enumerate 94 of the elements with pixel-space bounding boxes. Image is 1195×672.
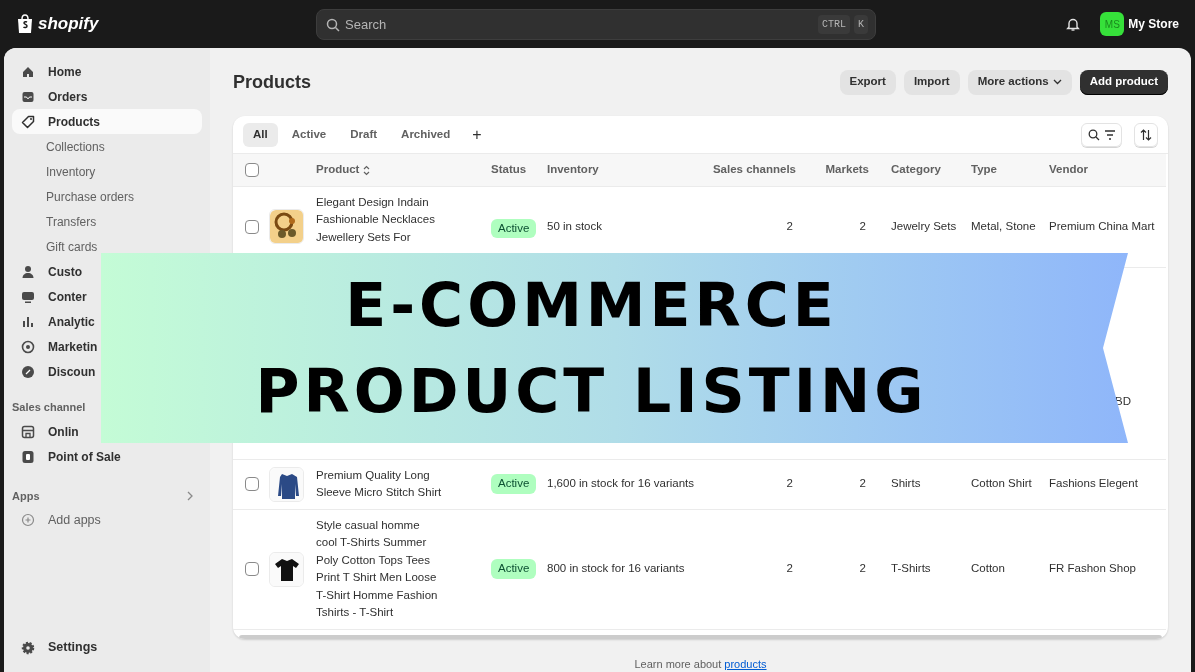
search-icon xyxy=(326,17,340,32)
column-header[interactable]: Vendor xyxy=(1049,163,1088,176)
table-cell: Metal, Stone xyxy=(971,219,1036,232)
filter-tab[interactable]: Active xyxy=(281,122,337,147)
sidebar-item[interactable]: Inventory xyxy=(12,159,96,184)
table-cell: 2 xyxy=(786,477,793,490)
sidebar-item[interactable]: Onlin xyxy=(12,419,79,445)
sidebar-item[interactable]: Discoun xyxy=(12,359,96,384)
column-header[interactable]: Inventory xyxy=(547,163,599,176)
sidebar-item[interactable]: Custo xyxy=(12,259,82,284)
person-icon xyxy=(20,263,36,280)
table-cell: 2 xyxy=(786,219,793,232)
sidebar-item[interactable]: Collections xyxy=(12,134,105,159)
add-apps-link[interactable]: Add apps xyxy=(12,508,202,533)
action-button[interactable]: Add product xyxy=(1079,69,1168,95)
t-shirt-thumbnail xyxy=(269,551,304,587)
sidebar-item[interactable]: Marketin xyxy=(12,334,98,359)
table-cell: Cotton Shirt xyxy=(971,477,1032,490)
banner-title: PRODUCT LISTING xyxy=(255,355,929,428)
filter-tab[interactable]: Archived xyxy=(391,122,461,147)
table-cell: 2 xyxy=(786,562,793,575)
column-header[interactable]: Category xyxy=(891,163,941,176)
select-all-checkbox[interactable] xyxy=(245,162,259,177)
column-header[interactable]: Sales channels xyxy=(712,163,796,176)
table-cell: 800 in stock for 16 variants xyxy=(547,562,685,575)
sort-icon xyxy=(1140,128,1152,141)
column-header[interactable]: Type xyxy=(971,163,997,176)
sort-icon xyxy=(363,164,371,176)
section-heading: Apps xyxy=(12,488,40,504)
row-checkbox[interactable] xyxy=(245,477,259,491)
row-checkbox[interactable] xyxy=(245,219,259,234)
products-link[interactable]: products xyxy=(724,657,767,670)
table-cell: Shirts xyxy=(891,477,921,490)
filter-tab[interactable]: All xyxy=(243,122,278,147)
banner-title: E-COMMERCE xyxy=(345,269,839,342)
section-heading: Sales channel xyxy=(12,400,86,415)
sidebar-item[interactable]: Home xyxy=(12,59,82,84)
table-cell: 2 xyxy=(859,219,866,232)
sidebar-item[interactable]: Products xyxy=(12,109,202,134)
table-cell: Premium China Mart xyxy=(1049,219,1155,232)
logo-text: shopify xyxy=(38,13,99,36)
table-cell: 1,600 in stock for 16 variants xyxy=(547,477,695,490)
plus-circle-icon xyxy=(20,512,36,529)
target-icon xyxy=(20,338,36,355)
sort-button[interactable] xyxy=(1134,122,1158,147)
sidebar-item[interactable]: Transfers xyxy=(12,209,97,234)
table-cell: T-Shirts xyxy=(891,562,931,575)
sidebar-item[interactable]: Gift cards xyxy=(12,234,98,259)
badge-icon xyxy=(20,363,36,380)
action-button[interactable]: Export xyxy=(839,69,896,95)
product-name[interactable]: Elegant Design Indain Fashionable Necklaces Jewellery Sets For xyxy=(316,193,486,246)
page-title: Products xyxy=(233,70,311,94)
product-name[interactable]: Premium Quality Long Sleeve Micro Stitch Shirt xyxy=(316,466,486,502)
settings-icon xyxy=(20,639,36,656)
column-header[interactable]: Markets xyxy=(825,163,869,176)
column-header[interactable]: Status xyxy=(491,163,527,176)
add-view-button[interactable]: + xyxy=(464,122,490,147)
status-badge: Active xyxy=(491,559,537,579)
tag-icon xyxy=(20,113,36,130)
table-cell: 2 xyxy=(859,562,866,575)
footer-text: Learn more about xyxy=(634,657,723,670)
search-icon xyxy=(1087,128,1100,141)
table-cell: Jewelry Sets xyxy=(891,219,957,232)
sidebar-item[interactable]: Conter xyxy=(12,284,87,309)
table-cell: 50 in stock xyxy=(547,219,602,232)
action-button[interactable]: More actions xyxy=(967,69,1072,95)
filter-icon xyxy=(1103,129,1116,140)
chevron-down-icon xyxy=(1052,79,1062,85)
status-badge: Active xyxy=(491,474,537,494)
sidebar-item[interactable]: Orders xyxy=(12,84,88,109)
sidebar-item[interactable]: Analytic xyxy=(12,309,95,334)
table-cell: Fashions Elegent xyxy=(1049,477,1138,490)
scrollbar[interactable] xyxy=(239,634,1162,639)
phone-icon xyxy=(20,449,36,465)
jewelry-thumbnail xyxy=(269,208,304,244)
store-name[interactable]: My Store xyxy=(1128,15,1179,33)
status-badge: Active xyxy=(491,218,537,238)
table-cell: FR Fashon Shop xyxy=(1049,562,1136,575)
product-name[interactable]: Style casual homme cool T-Shirts Summer Poly Cotton Tops Tees Print T Shirt Men Loose T-Shirt Homme Fashion Tshirts - T-Shirt xyxy=(316,516,486,622)
filter-tab[interactable]: Draft xyxy=(340,122,388,147)
store-icon xyxy=(20,424,36,440)
sidebar-item[interactable]: Purchase orders xyxy=(12,184,135,209)
table-cell: Cotton xyxy=(971,562,1005,575)
settings-item[interactable]: Settings xyxy=(12,635,202,660)
sidebar-item[interactable]: Point of Sale xyxy=(12,444,121,470)
column-header[interactable]: Product xyxy=(316,163,360,176)
search-filter-button[interactable] xyxy=(1081,122,1122,147)
row-checkbox[interactable] xyxy=(245,562,259,576)
action-button[interactable]: Import xyxy=(903,69,960,95)
chevron-right-icon[interactable] xyxy=(186,490,194,501)
notification-icon[interactable] xyxy=(1066,16,1081,32)
table-cell: 2 xyxy=(859,477,866,490)
shirt-thumbnail xyxy=(269,466,304,502)
shopping-bag-icon xyxy=(16,14,34,34)
